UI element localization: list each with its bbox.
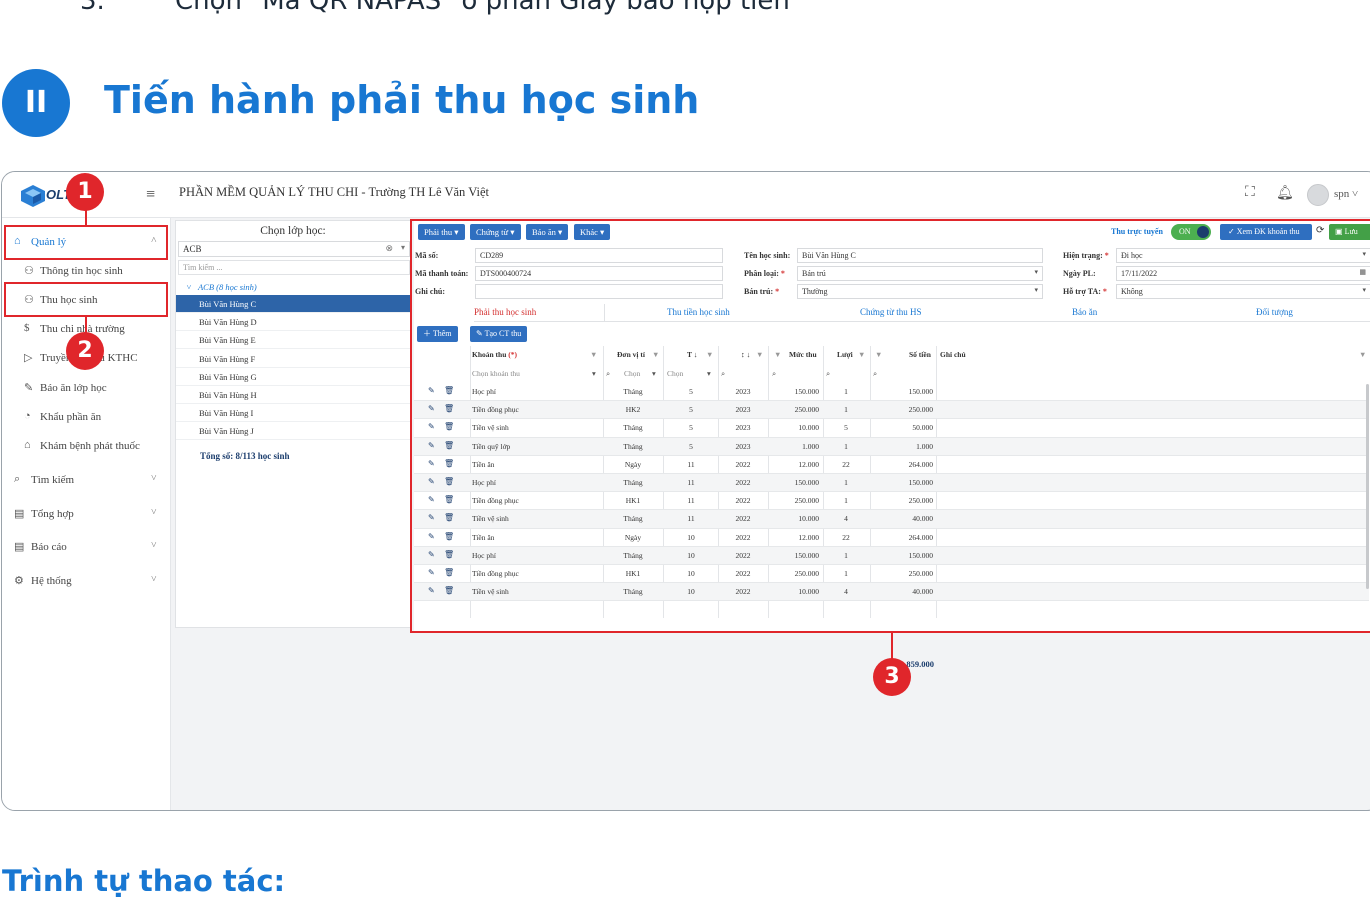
sidebar-item-he-thong[interactable]: ⚙ Hệ thống ˅ — [2, 569, 171, 595]
student-row[interactable]: Bùi Văn Hùng C — [176, 295, 412, 313]
class-panel-heading: Chọn lớp học: — [260, 225, 326, 237]
sidebar-item-bao-cao[interactable]: ▤ Báo cáo ˅ — [2, 535, 171, 561]
sidebar-item-khau-phan-an[interactable]: ◔ Khẩu phần ăn — [2, 405, 171, 431]
callout-3: 3 — [873, 658, 911, 696]
section-title: Tiến hành phải thu học sinh — [104, 78, 700, 122]
chevron-down-icon: ˅ — [151, 473, 157, 484]
fullscreen-icon[interactable]: ⛶ — [1245, 185, 1255, 201]
steps-heading: Trình tự thao tác: — [2, 864, 286, 898]
clipboard-icon: ▤ — [14, 508, 25, 520]
clear-icon[interactable]: ⊗ — [385, 243, 393, 254]
meal-icon: ◔ — [24, 410, 31, 422]
student-search-input[interactable]: Tìm kiếm ... — [178, 260, 410, 275]
sidebar-item-label: Tìm kiếm — [31, 474, 75, 486]
step-number: 3. — [80, 0, 105, 16]
callout-connector — [891, 633, 893, 659]
student-row[interactable]: Bùi Văn Hùng I — [176, 404, 412, 423]
bell-icon[interactable]: 🔔︎ — [1276, 185, 1294, 202]
student-row[interactable]: Bùi Văn Hùng H — [176, 386, 412, 404]
clinic-icon: ⌂ — [24, 439, 31, 451]
sidebar-item-label: Khẩu phần ăn — [40, 411, 102, 423]
edit-icon: ✎ — [24, 382, 34, 394]
sidebar-item-tim-kiem[interactable]: ⌕ Tìm kiếm ˅ — [2, 468, 171, 494]
user-name: spn — [1334, 188, 1350, 200]
callout-2: 2 — [66, 332, 104, 370]
callout-1: 1 — [66, 173, 104, 211]
student-row[interactable]: Bùi Văn Hùng F — [176, 350, 412, 368]
coin-icon: $ — [24, 322, 30, 334]
report-icon: ▤ — [14, 541, 25, 553]
sidebar-item-label: Hệ thống — [31, 575, 72, 587]
avatar[interactable] — [1307, 184, 1329, 206]
highlight-quan-ly — [4, 225, 168, 260]
sidebar-item-kham-benh[interactable]: ⌂ Khám bệnh phát thuốc — [2, 434, 171, 460]
sidebar-item-tong-hop[interactable]: ▤ Tổng hợp ˅ — [2, 502, 171, 528]
student-row[interactable]: Bùi Văn Hùng J — [176, 422, 412, 441]
class-group-label[interactable]: ˅ ACB (8 học sinh) — [186, 282, 257, 292]
class-select-value: ACB — [183, 244, 202, 254]
step-text: Chọn "Mã QR NAPAS" ở phần Giấy báo nộp t… — [175, 0, 790, 16]
sidebar-item-label: Báo ăn lớp học — [40, 382, 107, 394]
chevron-down-icon: ˅ — [151, 540, 157, 551]
section-badge: II — [2, 69, 70, 137]
app-header: OLT ≡ PHẦN MỀM QUẢN LÝ THU CHI - Trường … — [2, 172, 1370, 218]
student-total: Tổng số: 8/113 học sinh — [200, 451, 290, 461]
chevron-down-icon: ▾ — [400, 243, 405, 252]
send-icon: ▷ — [24, 352, 33, 364]
sidebar-item-label: Thông tin học sinh — [40, 265, 123, 277]
step-3-text: 3. Chọn "Mã QR NAPAS" ở phần Giấy báo nộp… — [80, 0, 790, 16]
guide-page: 3. Chọn "Mã QR NAPAS" ở phần Giấy báo nộp… — [0, 0, 1370, 917]
search-icon: ⌕ — [14, 473, 21, 485]
app-title: PHẦN MỀM QUẢN LÝ THU CHI - Trường TH Lê … — [179, 185, 489, 199]
student-row[interactable]: Bùi Văn Hùng G — [176, 368, 412, 386]
user-menu[interactable]: spn ˅ — [1334, 188, 1358, 200]
class-group-text: ACB (8 học sinh) — [197, 282, 257, 292]
sidebar-item-label: Báo cáo — [31, 541, 67, 553]
chevron-down-icon: ˅ — [151, 574, 157, 585]
users-icon: ⚇ — [24, 265, 34, 277]
logo-icon — [21, 185, 45, 207]
student-row[interactable]: Bùi Văn Hùng D — [176, 313, 412, 332]
highlight-main-panel — [410, 219, 1370, 633]
chevron-down-icon: ˅ — [151, 507, 157, 518]
class-select[interactable]: ACB ⊗ ▾ — [178, 241, 410, 257]
class-panel: Chọn lớp học: ACB ⊗ ▾ Tìm kiếm ... ˅ ACB… — [175, 220, 412, 628]
student-row[interactable]: Bùi Văn Hùng E — [176, 331, 412, 350]
sidebar-item-bao-an-lop-hoc[interactable]: ✎ Báo ăn lớp học — [2, 376, 171, 402]
highlight-thu-hoc-sinh — [4, 282, 168, 317]
sidebar-item-label: Tổng hợp — [31, 508, 74, 520]
sidebar-item-label: Khám bệnh phát thuốc — [40, 440, 140, 452]
settings-icon: ⚙ — [14, 575, 24, 587]
menu-toggle-icon[interactable]: ≡ — [146, 186, 155, 204]
